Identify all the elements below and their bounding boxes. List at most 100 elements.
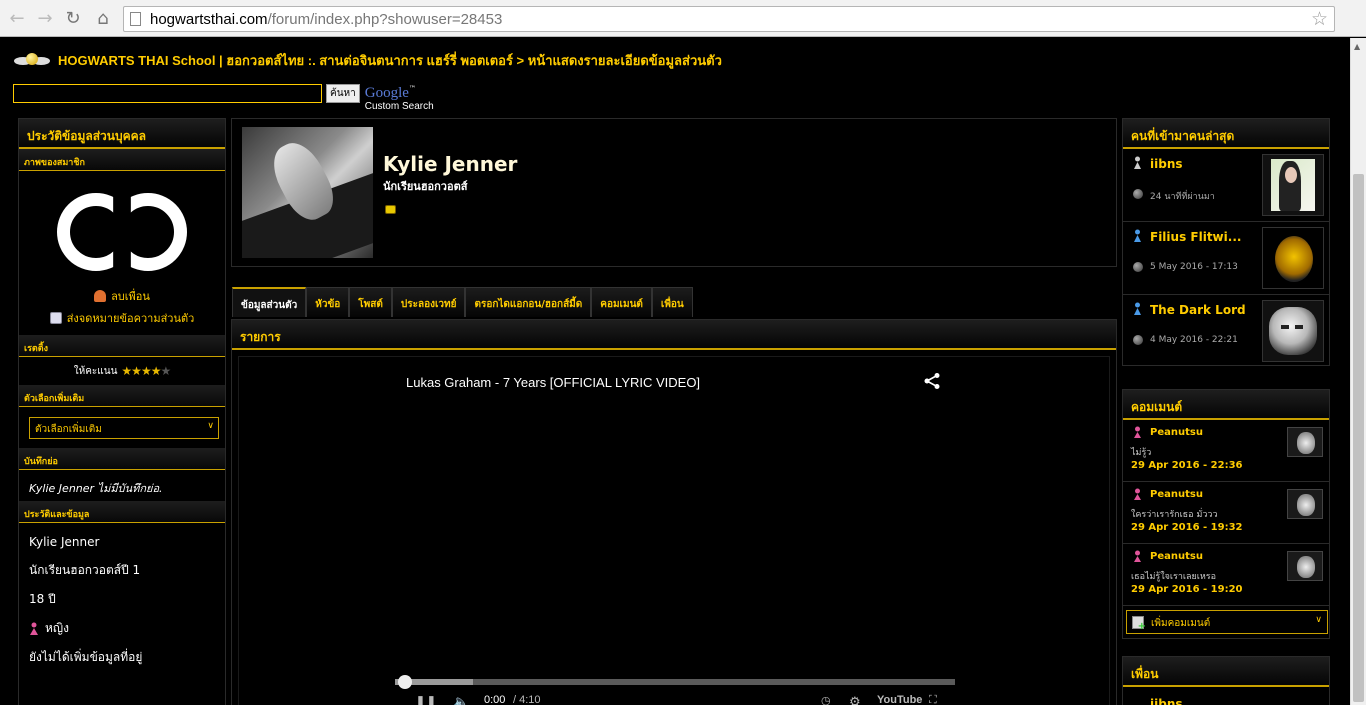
watch-later-icon[interactable]: ◷ [821,694,831,705]
tab-diagon-alley[interactable]: ตรอกไดแอกอน/ฮอกส์มี้ด [465,287,592,317]
star-icon[interactable]: ★ [151,364,162,378]
remove-friend-link[interactable]: ลบเพื่อน [19,287,225,305]
comment-author[interactable]: Peanutsu [1150,551,1203,562]
snitch-logo-icon[interactable] [14,52,50,68]
tab-friends[interactable]: เพื่อน [651,287,693,317]
options-select-value: ตัวเลือกเพิ่มเติม [35,424,102,435]
page: HOGWARTS THAI School | ฮอกวอตส์ไทย :. สา… [0,38,1350,705]
history-location-text: ยังไม่ได้เพิ่มข้อมูลที่อยู่ [29,650,143,664]
scrollbar-thumb[interactable] [1353,174,1364,702]
volume-icon[interactable]: 🔈 [453,694,469,705]
search-input[interactable] [13,84,322,103]
profile-tabs: ข้อมูลส่วนตัว หัวข้อ โพสต์ ประลองเวทย์ ต… [232,287,693,317]
star-icon[interactable]: ★ [121,364,132,378]
fullscreen-icon[interactable]: ⛶ [929,694,937,705]
tab-posts[interactable]: โพสต์ [349,287,392,317]
star-icon[interactable]: ★ [141,364,152,378]
back-arrow-icon[interactable]: ← [6,8,28,30]
breadcrumb-text[interactable]: HOGWARTS THAI School | ฮอกวอตส์ไทย :. สา… [58,50,722,71]
history-age: 18 ปี [19,585,225,614]
share-icon[interactable] [923,372,941,390]
chevron-down-icon: ∨ [1315,615,1322,625]
visitor-name[interactable]: Filius Flitwi... [1150,230,1241,244]
history-rank-text: นักเรียนฮอกวอตส์ปี 1 [29,563,141,577]
remove-friend-icon [94,290,107,302]
page-icon [130,12,141,26]
star-icon[interactable]: ★ [131,364,142,378]
youtube-video-player[interactable]: Lukas Graham - 7 Years [OFFICIAL LYRIC V… [238,356,1110,705]
add-comment-label: เพิ่มคอมเมนต์ [1151,618,1211,629]
video-current-time: 0:00 [484,694,506,705]
settings-gear-icon[interactable]: ⚙ [849,694,861,705]
comment-avatar[interactable] [1287,427,1323,457]
female-pin-icon [1134,426,1141,438]
visitor-name[interactable]: iibns [1150,157,1183,171]
profile-header: Kylie Jenner นักเรียนฮอกวอตส์ [231,118,1117,267]
star-icon[interactable]: ★ [160,364,171,378]
tab-comments[interactable]: คอมเมนต์ [591,287,652,317]
friends-panel: เพื่อน iibns [1122,656,1330,705]
video-progress-track[interactable] [395,679,955,685]
options-select[interactable]: ตัวเลือกเพิ่มเติม ∨ [29,417,219,439]
list-item: Peanutsu ไม่รู้ว 29 Apr 2016 - 22:36 [1123,420,1329,482]
tab-profile[interactable]: ข้อมูลส่วนตัว [232,287,307,317]
tab-duels[interactable]: ประลองเวทย์ [391,287,466,317]
visitor-avatar[interactable] [1262,154,1324,216]
comment-text: ใครว่าเรารักเธอ มั่ววว [1131,510,1218,520]
video-title[interactable]: Lukas Graham - 7 Years [OFFICIAL LYRIC V… [406,375,700,390]
offline-status-icon [1133,189,1143,199]
tab-topics[interactable]: หัวข้อ [306,287,350,317]
url-path: /forum/index.php?showuser=28453 [267,11,503,28]
rating-header: เรตติ้ง [19,335,225,357]
send-message-label: ส่งจดหมายข้อความส่วนตัว [66,312,195,325]
video-scrubber-handle[interactable] [398,675,412,689]
add-comment-button[interactable]: เพิ่มคอมเมนต์ ∨ [1126,610,1328,634]
video-controls: ❚❚ 🔈 0:00 / 4:10 ◷ ⚙ YouTube ⛶ [395,675,955,705]
profile-name: Kylie Jenner [383,152,518,176]
comments-panel: คอมเมนต์ Peanutsu ไม่รู้ว 29 Apr 2016 - … [1122,389,1330,639]
scroll-up-icon[interactable]: ▲ [1354,42,1360,51]
recent-visitors-title: คนที่เข้ามาคนล่าสุด [1123,119,1329,149]
forward-arrow-icon[interactable]: → [34,8,56,30]
home-icon[interactable]: ⌂ [92,8,114,30]
male-pin-icon [1134,302,1141,315]
list-item[interactable]: The Dark Lord 4 May 2016 - 22:21 [1123,295,1329,368]
video-duration: / 4:10 [513,694,541,705]
history-location: ยังไม่ได้เพิ่มข้อมูลที่อยู่ [19,643,225,672]
list-item[interactable]: Filius Flitwi... 5 May 2016 - 17:13 [1123,222,1329,295]
address-bar[interactable]: hogwartsthai.com/forum/index.php?showuse… [123,6,1335,32]
comments-title: คอมเมนต์ [1123,390,1329,420]
offline-status-icon [1133,262,1143,272]
google-custom-search-logo: Google™ Custom Search [365,84,434,112]
url-host: hogwartsthai.com [150,11,268,28]
comment-text: ไม่รู้ว [1131,448,1152,458]
comment-author[interactable]: Peanutsu [1150,427,1203,438]
list-item[interactable]: iibns 24 นาทีที่ผ่านมา [1123,149,1329,222]
comment-author[interactable]: Peanutsu [1150,489,1203,500]
comment-avatar[interactable] [1287,489,1323,519]
rating-row: ให้คะแนน ★★★★★ [19,357,225,385]
youtube-logo[interactable]: YouTube [877,694,922,705]
list-item: Peanutsu ใครว่าเรารักเธอ มั่ววว 29 Apr 2… [1123,482,1329,544]
comment-avatar[interactable] [1287,551,1323,581]
visitor-avatar[interactable] [1262,227,1324,289]
friend-name[interactable]: iibns [1150,697,1183,705]
rating-stars[interactable]: ★★★★★ [121,364,171,378]
profile-avatar [242,127,373,258]
notes-header: บันทึกย่อ [19,448,225,470]
send-message-link[interactable]: ส่งจดหมายข้อความส่วนตัว [19,309,225,327]
rating-label: ให้คะแนน [73,365,118,377]
search-button[interactable]: ค้นหา [326,84,360,103]
pause-icon[interactable]: ❚❚ [415,694,437,705]
history-gender: หญิง [19,614,225,643]
comment-date: 29 Apr 2016 - 19:20 [1131,584,1243,595]
friends-title: เพื่อน [1123,657,1329,687]
visitor-name[interactable]: The Dark Lord [1150,303,1246,317]
content-panel: รายการ Lukas Graham - 7 Years [OFFICIAL … [231,319,1117,705]
visitor-avatar[interactable] [1262,300,1324,362]
list-item: Peanutsu เธอไม่รู้ใจเราเลยเหรอ 29 Apr 20… [1123,544,1329,606]
address-url: hogwartsthai.com/forum/index.php?showuse… [150,11,502,28]
reload-icon[interactable]: ↻ [62,8,84,30]
bookmark-star-icon[interactable]: ☆ [1311,8,1328,30]
page-scrollbar[interactable]: ▲ [1350,38,1366,705]
